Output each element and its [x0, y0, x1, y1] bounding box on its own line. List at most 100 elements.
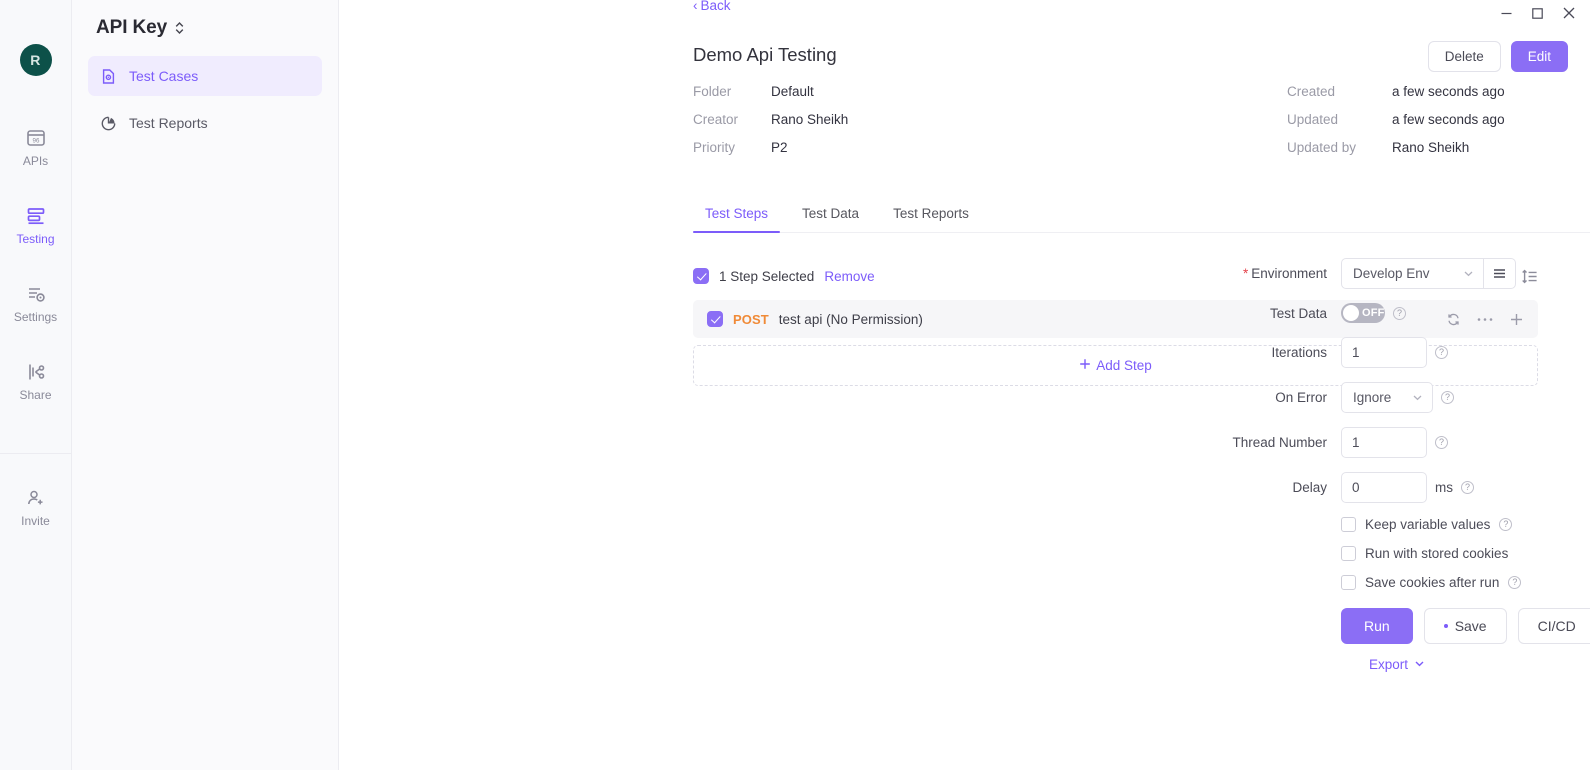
environment-select[interactable]: Develop Env	[1341, 258, 1484, 289]
cicd-button[interactable]: CI/CD	[1517, 608, 1590, 644]
save-cookies-after-run-label: Save cookies after run	[1365, 575, 1500, 590]
help-icon[interactable]: ?	[1393, 306, 1406, 320]
test-data-toggle[interactable]: OFF	[1341, 303, 1385, 323]
metadata-key: Priority	[693, 140, 736, 155]
delay-unit-label: ms	[1435, 480, 1453, 495]
toggle-knob	[1343, 305, 1359, 321]
help-icon[interactable]: ?	[1508, 576, 1522, 589]
metadata-key: Folder	[693, 84, 732, 99]
minimize-icon[interactable]	[1500, 7, 1513, 20]
steps-selected-label: 1 Step Selected	[719, 268, 815, 284]
sidebar-item-test-cases[interactable]: Test Cases	[88, 56, 322, 96]
on-error-select[interactable]: Ignore	[1341, 382, 1433, 413]
rail-label-share: Share	[19, 388, 52, 402]
config-row-test-data: Test Data OFF ?	[1215, 303, 1572, 323]
run-button[interactable]: Run	[1341, 608, 1413, 644]
rail-label-invite: Invite	[21, 514, 50, 528]
on-error-control: Ignore ?	[1341, 382, 1454, 413]
metadata-key: Updated	[1287, 112, 1339, 127]
rail-divider	[0, 453, 72, 454]
sidebar-item-test-reports[interactable]: Test Reports	[88, 103, 322, 143]
metadata-row-updated: Updated a few seconds ago	[1287, 112, 1505, 127]
keep-variable-values-checkbox[interactable]	[1341, 517, 1356, 532]
back-link[interactable]: ‹ Back	[693, 0, 731, 13]
metadata-row-folder: Folder Default	[693, 84, 1287, 99]
rail-item-share[interactable]: Share	[0, 352, 72, 408]
run-with-stored-cookies-label: Run with stored cookies	[1365, 546, 1509, 561]
rail-item-invite[interactable]: Invite	[0, 478, 72, 534]
export-dropdown[interactable]: Export	[1341, 657, 1425, 672]
sidebar-label-test-cases: Test Cases	[129, 68, 199, 84]
chevron-left-icon: ‹	[693, 0, 698, 13]
plus-icon	[1079, 358, 1091, 373]
chevron-down-icon	[1414, 657, 1425, 672]
metadata-value: a few seconds ago	[1392, 84, 1505, 99]
app-window: R 96 APIs Testing Settings Share Invite …	[0, 0, 1590, 770]
run-with-stored-cookies-checkbox[interactable]	[1341, 546, 1356, 561]
metadata-row-creator: Creator Rano Sheikh	[693, 112, 1287, 127]
toggle-state-label: OFF	[1362, 307, 1385, 319]
delay-input[interactable]: 0	[1341, 472, 1427, 503]
tab-test-reports[interactable]: Test Reports	[881, 206, 981, 232]
rail-item-testing[interactable]: Testing	[0, 196, 72, 252]
help-icon[interactable]: ?	[1435, 436, 1448, 449]
save-button[interactable]: Save	[1423, 608, 1507, 644]
case-metadata: Folder Default Creator Rano Sheikh Prior…	[693, 84, 1505, 155]
case-title: Demo Api Testing	[693, 44, 837, 65]
metadata-row-created: Created a few seconds ago	[1287, 84, 1505, 99]
content-tabs: Test Steps Test Data Test Reports	[693, 206, 1590, 233]
config-row-environment: * Environment Develop Env	[1215, 258, 1572, 289]
secondary-sidebar: API Key Test Cases Test Reports	[72, 0, 339, 770]
tab-test-steps[interactable]: Test Steps	[693, 206, 781, 233]
window-controls	[1500, 6, 1576, 20]
settings-icon	[25, 283, 47, 305]
environment-control: Develop Env	[1341, 258, 1516, 289]
run-config-panel: * Environment Develop Env Test Data OFF …	[1215, 258, 1590, 672]
thread-number-label: Thread Number	[1232, 435, 1327, 450]
rail-item-apis[interactable]: 96 APIs	[0, 118, 72, 174]
help-icon[interactable]: ?	[1441, 391, 1454, 404]
workspace-switcher[interactable]: API Key	[88, 0, 322, 56]
help-icon[interactable]: ?	[1499, 518, 1513, 531]
invite-user-icon	[25, 487, 47, 509]
add-step-label: Add Step	[1096, 358, 1152, 373]
delete-button[interactable]: Delete	[1427, 41, 1501, 72]
remove-steps-link[interactable]: Remove	[824, 269, 874, 284]
config-check-save-cookies-after-run[interactable]: Save cookies after run ?	[1341, 575, 1572, 590]
header-actions: Delete Edit	[1427, 41, 1568, 72]
delay-label: Delay	[1292, 480, 1327, 495]
export-label: Export	[1369, 657, 1409, 672]
config-row-thread-number: Thread Number 1 ?	[1215, 427, 1572, 458]
environment-manage-button[interactable]	[1484, 258, 1516, 289]
close-icon[interactable]	[1562, 6, 1576, 20]
test-data-control: OFF ?	[1341, 303, 1406, 323]
step-name-label: test api (No Permission)	[778, 311, 923, 327]
metadata-right-column: Created a few seconds ago Updated a few …	[1287, 84, 1505, 155]
select-all-steps-checkbox[interactable]	[693, 268, 709, 284]
share-icon	[25, 361, 47, 383]
config-check-run-with-stored-cookies[interactable]: Run with stored cookies	[1341, 546, 1572, 561]
environment-value: Develop Env	[1353, 266, 1430, 281]
primary-nav-rail: R 96 APIs Testing Settings Share Invite	[0, 0, 72, 770]
tab-test-data[interactable]: Test Data	[790, 206, 871, 232]
maximize-icon[interactable]	[1531, 7, 1544, 20]
save-cookies-after-run-checkbox[interactable]	[1341, 575, 1356, 590]
metadata-value: Rano Sheikh	[771, 112, 849, 127]
main-content: ‹ Back Demo Api Testing Delete Edit Fold…	[339, 0, 1590, 770]
test-cases-icon	[100, 68, 117, 85]
thread-number-input[interactable]: 1	[1341, 427, 1427, 458]
iterations-input[interactable]: 1	[1341, 337, 1427, 368]
rail-item-settings[interactable]: Settings	[0, 274, 72, 330]
chevron-down-icon	[1412, 392, 1423, 403]
required-asterisk: *	[1242, 266, 1249, 281]
help-icon[interactable]: ?	[1435, 346, 1448, 359]
edit-button[interactable]: Edit	[1510, 41, 1568, 72]
avatar[interactable]: R	[19, 44, 52, 76]
chevron-updown-icon[interactable]	[174, 21, 185, 35]
iterations-control: 1 ?	[1341, 337, 1448, 368]
config-check-keep-variable-values[interactable]: Keep variable values ?	[1341, 517, 1572, 532]
help-icon[interactable]: ?	[1461, 481, 1474, 494]
metadata-key: Updated by	[1287, 140, 1357, 155]
step-checkbox[interactable]	[707, 311, 723, 327]
metadata-row-priority: Priority P2	[693, 140, 1287, 155]
